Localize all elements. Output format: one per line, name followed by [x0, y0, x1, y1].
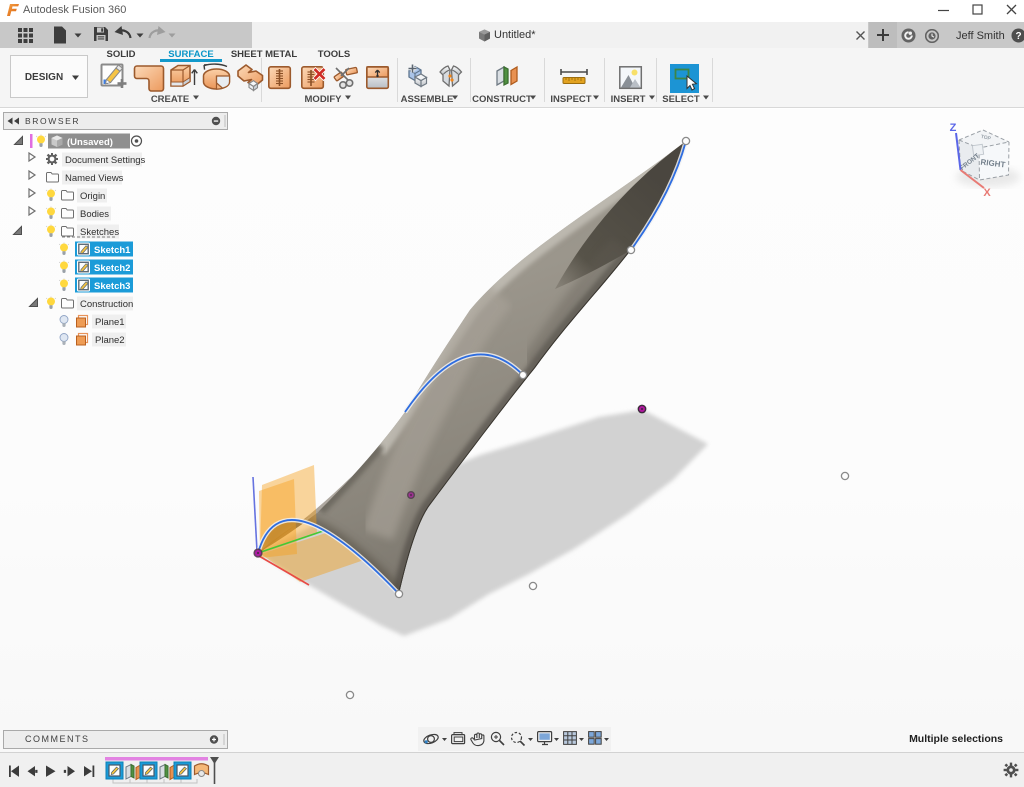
- svg-text:TOOLS: TOOLS: [318, 49, 351, 60]
- svg-text:Origin: Origin: [80, 191, 105, 202]
- svg-text:SELECT: SELECT: [662, 94, 700, 105]
- svg-text:INSPECT: INSPECT: [550, 94, 591, 105]
- svg-text:Plane1: Plane1: [95, 317, 125, 328]
- svg-text:DESIGN: DESIGN: [25, 72, 63, 83]
- svg-text:?: ?: [1015, 31, 1021, 42]
- svg-text:Sketch3: Sketch3: [94, 281, 130, 292]
- svg-text:(Unsaved): (Unsaved): [67, 137, 113, 148]
- svg-text:Sketch2: Sketch2: [94, 263, 130, 274]
- svg-text:X: X: [983, 187, 991, 199]
- svg-text:SOLID: SOLID: [106, 49, 135, 60]
- svg-text:Document Settings: Document Settings: [65, 155, 146, 166]
- svg-text:MODIFY: MODIFY: [305, 94, 343, 105]
- svg-text:Bodies: Bodies: [80, 209, 109, 220]
- svg-text:ASSEMBLE: ASSEMBLE: [401, 94, 454, 105]
- svg-text:Sketch1: Sketch1: [94, 245, 131, 256]
- svg-text:SHEET METAL: SHEET METAL: [231, 49, 298, 60]
- svg-text:BROWSER: BROWSER: [25, 116, 80, 126]
- svg-text:Named Views: Named Views: [65, 173, 124, 184]
- svg-text:INSERT: INSERT: [611, 94, 646, 105]
- svg-text:Construction: Construction: [80, 299, 133, 310]
- svg-text:SURFACE: SURFACE: [168, 49, 213, 60]
- svg-text:Plane2: Plane2: [95, 335, 125, 346]
- svg-text:CREATE: CREATE: [151, 94, 189, 105]
- svg-text:Z: Z: [950, 122, 957, 134]
- svg-text:Sketches: Sketches: [80, 227, 119, 238]
- svg-text:CONSTRUCT: CONSTRUCT: [472, 94, 532, 105]
